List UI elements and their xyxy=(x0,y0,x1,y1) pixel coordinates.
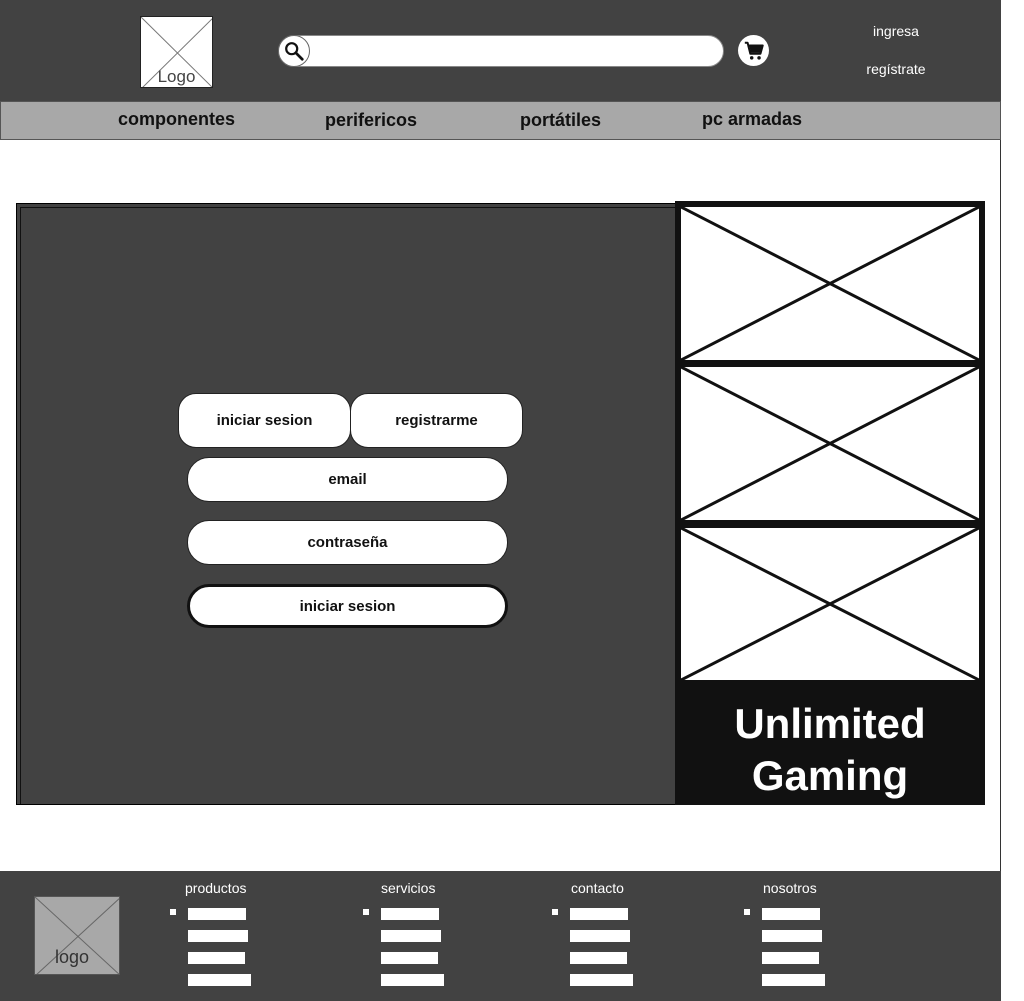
login-panel xyxy=(16,203,678,805)
search-button[interactable] xyxy=(278,35,310,67)
footer-link[interactable] xyxy=(570,974,633,986)
nav-item-pc-armadas[interactable]: pc armadas xyxy=(702,109,802,130)
footer-link[interactable] xyxy=(762,974,825,986)
footer-bullet xyxy=(363,909,369,915)
login-link[interactable]: ingresa xyxy=(846,23,946,39)
search-icon xyxy=(285,42,304,61)
site-logo[interactable]: Logo xyxy=(140,16,213,88)
footer-bullet xyxy=(170,909,176,915)
footer-link[interactable] xyxy=(381,930,441,942)
promo-image xyxy=(681,207,979,360)
footer-link[interactable] xyxy=(762,930,822,942)
tab-register[interactable]: registrarme xyxy=(350,393,523,448)
footer-link[interactable] xyxy=(381,952,438,964)
footer: logo productos servicios contacto nosotr… xyxy=(0,871,1001,1001)
image-placeholder-icon xyxy=(681,207,979,360)
login-submit-button[interactable]: iniciar sesion xyxy=(187,584,508,628)
nav-item-portatiles[interactable]: portátiles xyxy=(520,110,601,131)
tab-login[interactable]: iniciar sesion xyxy=(178,393,351,448)
search-bar xyxy=(278,35,724,67)
nav-item-perifericos[interactable]: perifericos xyxy=(325,110,417,131)
promo-title: Unlimited Gaming xyxy=(734,700,926,799)
nav-item-componentes[interactable]: componentes xyxy=(118,109,235,130)
cart-button[interactable] xyxy=(738,35,769,66)
footer-title-servicios[interactable]: servicios xyxy=(381,880,435,896)
logo-label: Logo xyxy=(157,67,196,86)
promo-image xyxy=(681,528,979,680)
page-frame: Logo ingresa regístrate componentes peri… xyxy=(0,0,1001,1001)
footer-logo[interactable]: logo xyxy=(34,896,120,975)
password-field-wrapper xyxy=(187,520,508,565)
footer-link[interactable] xyxy=(570,952,627,964)
footer-link[interactable] xyxy=(188,952,245,964)
footer-title-contacto[interactable]: contacto xyxy=(571,880,624,896)
promo-image xyxy=(681,367,979,520)
footer-title-nosotros[interactable]: nosotros xyxy=(763,880,817,896)
email-field[interactable] xyxy=(188,458,507,501)
footer-link[interactable] xyxy=(570,930,630,942)
login-panel-inner xyxy=(20,207,677,804)
search-input[interactable] xyxy=(313,40,713,62)
footer-link[interactable] xyxy=(188,908,246,920)
footer-link[interactable] xyxy=(381,908,439,920)
footer-bullet xyxy=(744,909,750,915)
category-nav: componentes perifericos portátiles pc ar… xyxy=(0,101,1001,140)
register-link[interactable]: regístrate xyxy=(846,61,946,77)
footer-logo-label: logo xyxy=(54,947,90,967)
footer-link[interactable] xyxy=(188,930,248,942)
footer-link[interactable] xyxy=(381,974,444,986)
image-placeholder-icon xyxy=(681,367,979,520)
email-field-wrapper xyxy=(187,457,508,502)
image-placeholder-icon xyxy=(681,528,979,680)
footer-link[interactable] xyxy=(188,974,251,986)
footer-link[interactable] xyxy=(762,908,820,920)
header: Logo ingresa regístrate xyxy=(0,0,1001,101)
cart-icon xyxy=(744,41,764,60)
promo-panel: Unlimited Gaming xyxy=(675,201,985,805)
footer-bullet xyxy=(552,909,558,915)
password-field[interactable] xyxy=(188,521,507,564)
footer-link[interactable] xyxy=(570,908,628,920)
footer-title-productos[interactable]: productos xyxy=(185,880,246,896)
footer-link[interactable] xyxy=(762,952,819,964)
